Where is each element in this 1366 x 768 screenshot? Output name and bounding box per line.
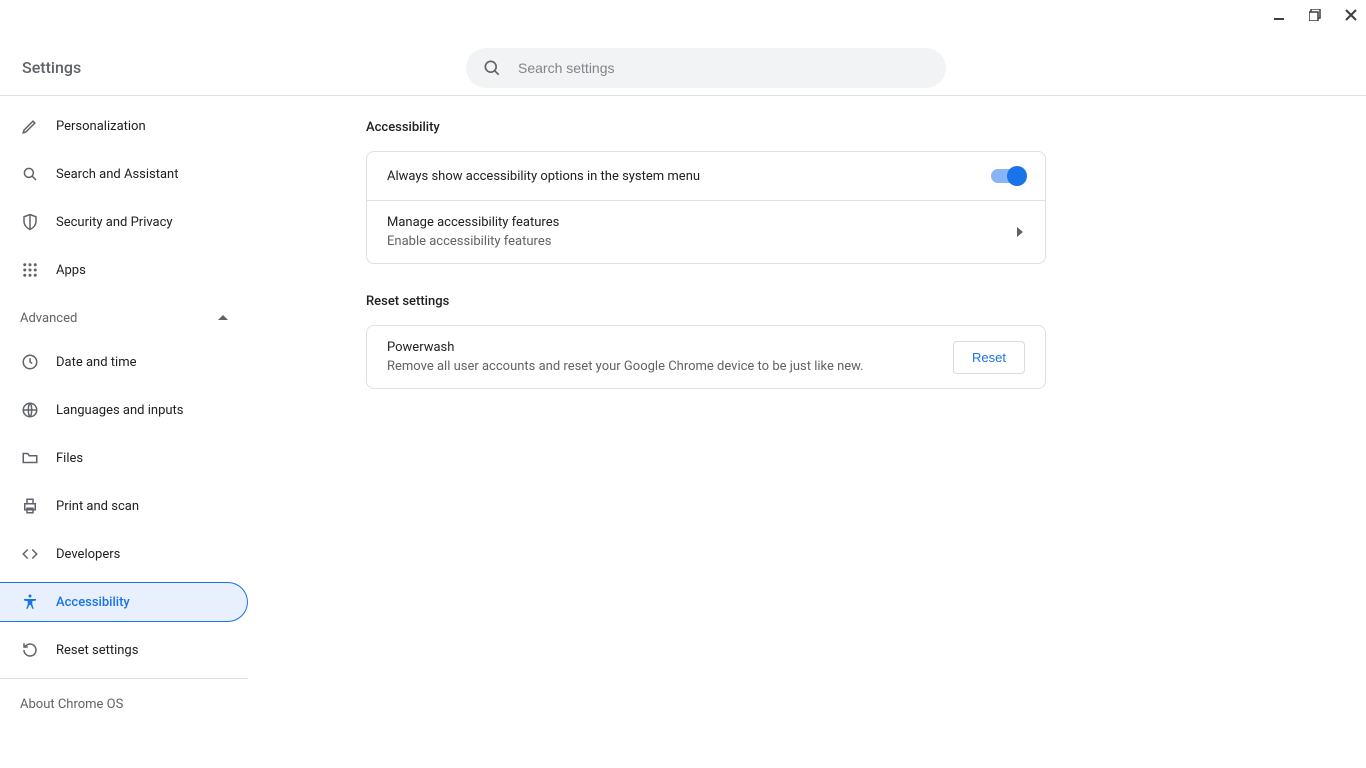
row-label: Manage accessibility features xyxy=(387,215,559,230)
sidebar-item-label: Languages and inputs xyxy=(56,403,184,418)
sidebar-item-accessibility[interactable]: Accessibility xyxy=(0,582,248,622)
main: Accessibility Always show accessibility … xyxy=(248,96,1366,768)
sidebar-item-label: Security and Privacy xyxy=(56,215,173,230)
sidebar-item-date-time[interactable]: Date and time xyxy=(0,342,248,382)
search-input[interactable] xyxy=(518,60,930,76)
printer-icon xyxy=(20,496,40,516)
toggle-knob xyxy=(1007,166,1027,186)
sidebar-item-files[interactable]: Files xyxy=(0,438,248,478)
accessibility-icon xyxy=(20,592,40,612)
search-box[interactable] xyxy=(466,48,946,88)
sidebar-item-print-scan[interactable]: Print and scan xyxy=(0,486,248,526)
always-show-accessibility-toggle[interactable] xyxy=(991,169,1025,183)
sidebar-item-apps[interactable]: Apps xyxy=(0,250,248,290)
sidebar-item-label: Personalization xyxy=(56,119,146,134)
sidebar-item-languages-inputs[interactable]: Languages and inputs xyxy=(0,390,248,430)
row-always-show-accessibility: Always show accessibility options in the… xyxy=(367,152,1045,200)
row-powerwash: Powerwash Remove all user accounts and r… xyxy=(367,326,1045,388)
sidebar: Personalization Search and Assistant Sec… xyxy=(0,96,248,768)
sidebar-item-reset-settings[interactable]: Reset settings xyxy=(0,630,248,670)
code-icon xyxy=(20,544,40,564)
row-sublabel: Remove all user accounts and reset your … xyxy=(387,359,864,374)
reset-icon xyxy=(20,640,40,660)
apps-icon xyxy=(20,260,40,280)
pencil-icon xyxy=(20,116,40,136)
clock-icon xyxy=(20,352,40,372)
sidebar-item-label: Accessibility xyxy=(56,595,130,610)
sidebar-item-label: Date and time xyxy=(56,355,137,370)
sidebar-advanced-toggle[interactable]: Advanced xyxy=(0,298,248,338)
sidebar-item-label: Search and Assistant xyxy=(56,167,179,182)
content: Accessibility Always show accessibility … xyxy=(366,120,1046,389)
sidebar-item-label: Files xyxy=(56,451,83,466)
row-manage-accessibility[interactable]: Manage accessibility features Enable acc… xyxy=(367,200,1045,263)
app-title: Settings xyxy=(22,58,81,77)
sidebar-item-label: Reset settings xyxy=(56,643,138,658)
caret-up-icon xyxy=(218,313,228,323)
sidebar-item-label: Apps xyxy=(56,263,86,278)
row-label: Powerwash xyxy=(387,340,864,355)
globe-icon xyxy=(20,400,40,420)
header: Settings xyxy=(0,0,1366,96)
section-title-accessibility: Accessibility xyxy=(366,120,1046,135)
shield-icon xyxy=(20,212,40,232)
section-title-reset: Reset settings xyxy=(366,294,1046,309)
row-sublabel: Enable accessibility features xyxy=(387,234,559,249)
sidebar-item-label: Print and scan xyxy=(56,499,139,514)
reset-button[interactable]: Reset xyxy=(953,341,1025,374)
sidebar-item-label: Developers xyxy=(56,547,120,562)
about-label: About Chrome OS xyxy=(20,697,123,712)
folder-icon xyxy=(20,448,40,468)
sidebar-item-personalization[interactable]: Personalization xyxy=(0,106,248,146)
sidebar-item-search-assistant[interactable]: Search and Assistant xyxy=(0,154,248,194)
chevron-right-icon xyxy=(1017,227,1025,237)
search-icon xyxy=(482,58,502,78)
advanced-label: Advanced xyxy=(20,311,77,326)
search-icon xyxy=(20,164,40,184)
sidebar-item-security-privacy[interactable]: Security and Privacy xyxy=(0,202,248,242)
accessibility-card: Always show accessibility options in the… xyxy=(366,151,1046,264)
sidebar-about[interactable]: About Chrome OS xyxy=(0,679,248,730)
reset-card: Powerwash Remove all user accounts and r… xyxy=(366,325,1046,389)
row-label: Always show accessibility options in the… xyxy=(387,169,700,184)
sidebar-item-developers[interactable]: Developers xyxy=(0,534,248,574)
